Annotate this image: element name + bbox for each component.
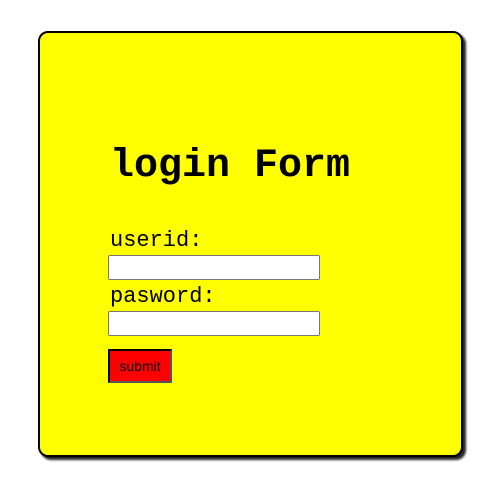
login-card: login Form userid: pasword: submit	[38, 31, 463, 457]
userid-input[interactable]	[108, 255, 320, 280]
userid-label: userid:	[110, 228, 203, 253]
submit-button[interactable]: submit	[108, 349, 172, 383]
password-input[interactable]	[108, 311, 320, 336]
password-label: pasword:	[110, 284, 216, 309]
form-title: login Form	[110, 144, 351, 189]
